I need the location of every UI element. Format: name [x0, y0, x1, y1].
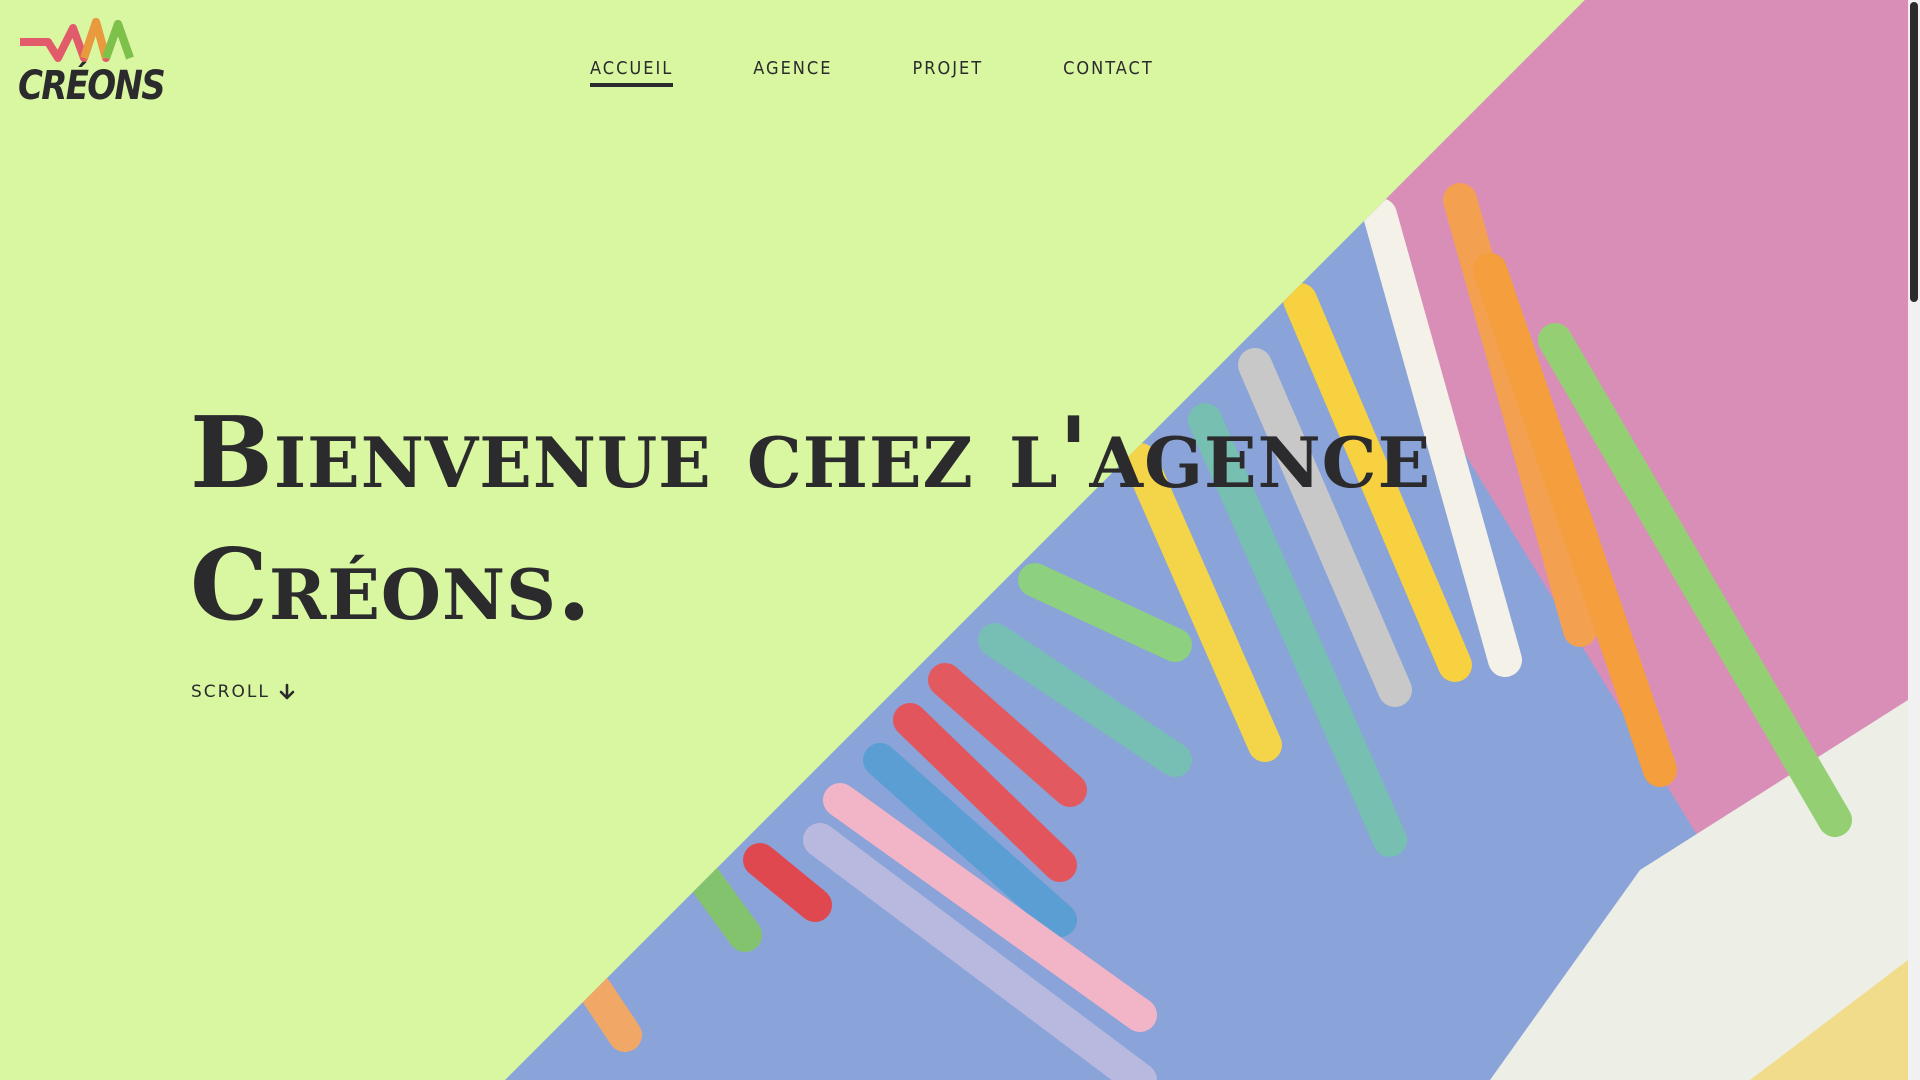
hero-headline: Bienvenue chez l'agence Créons. — [190, 396, 1432, 643]
scroll-label: SCROLL — [191, 682, 270, 702]
nav-link-agence[interactable]: AGENCE — [753, 58, 832, 87]
creons-logo[interactable]: CRÉONS — [18, 18, 166, 108]
nav-link-accueil[interactable]: ACCUEIL — [590, 58, 674, 87]
nav-link-projet[interactable]: PROJET — [912, 58, 983, 87]
page-scrollbar[interactable] — [1908, 0, 1920, 1080]
scroll-button[interactable]: SCROLL — [191, 682, 296, 702]
nav-link-contact[interactable]: CONTACT — [1063, 58, 1154, 87]
logo-wordmark: CRÉONS — [18, 63, 166, 109]
scrollbar-thumb[interactable] — [1910, 2, 1918, 302]
arrow-down-icon — [279, 683, 295, 700]
ribbon-logo-icon — [20, 18, 134, 62]
main-nav: ACCUEIL AGENCE PROJET CONTACT — [590, 58, 1154, 87]
